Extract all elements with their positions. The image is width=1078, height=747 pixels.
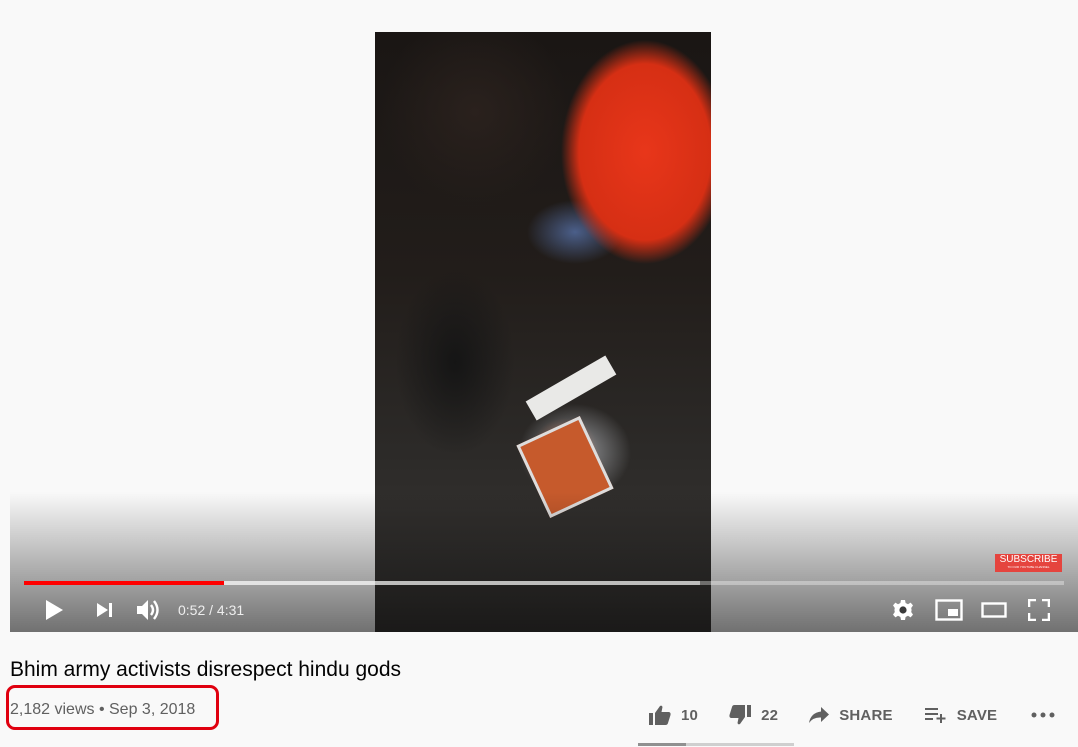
dislike-button[interactable]: 22	[728, 704, 778, 726]
next-icon	[97, 603, 112, 617]
like-dislike-ratio-bar	[638, 743, 794, 746]
video-player[interactable]: SUBSCRIBE TO OUR YOUTUBE CHANNEL 0:52 / …	[10, 32, 1078, 632]
time-separator: /	[205, 602, 217, 618]
control-bar: 0:52 / 4:31	[10, 592, 1078, 628]
watch-page: SUBSCRIBE TO OUR YOUTUBE CHANNEL 0:52 / …	[0, 0, 1078, 747]
miniplayer-button[interactable]	[932, 592, 966, 628]
volume-button[interactable]	[132, 592, 164, 628]
video-object	[525, 355, 617, 421]
theater-icon	[981, 602, 1007, 618]
duration: 4:31	[216, 602, 245, 618]
progress-bar[interactable]	[24, 581, 1064, 585]
dislike-count: 22	[761, 706, 779, 724]
share-button[interactable]: SHARE	[808, 706, 893, 724]
like-ratio-fill	[638, 743, 687, 746]
save-label: SAVE	[956, 706, 998, 724]
more-actions-button[interactable]	[1031, 712, 1055, 718]
next-button[interactable]	[90, 592, 120, 628]
thumbs-down-icon	[729, 705, 752, 725]
settings-button[interactable]	[888, 592, 918, 628]
like-count: 10	[681, 706, 699, 724]
current-time: 0:52	[178, 602, 206, 618]
settings-icon	[893, 600, 913, 620]
theater-mode-button[interactable]	[977, 592, 1011, 628]
like-button[interactable]: 10	[648, 704, 698, 726]
volume-icon	[137, 600, 159, 620]
subscribe-sublabel: TO OUR YOUTUBE CHANNEL	[1007, 565, 1050, 569]
save-button[interactable]: SAVE	[924, 706, 998, 724]
subscribe-watermark[interactable]: SUBSCRIBE TO OUR YOUTUBE CHANNEL	[995, 554, 1062, 572]
thumbs-up-icon	[649, 705, 671, 725]
play-button[interactable]	[38, 592, 70, 628]
share-label: SHARE	[839, 706, 893, 724]
miniplayer-icon	[935, 599, 963, 621]
progress-played	[24, 581, 224, 585]
subscribe-label: SUBSCRIBE	[999, 554, 1058, 565]
play-icon	[46, 600, 63, 620]
fullscreen-button[interactable]	[1022, 592, 1056, 628]
annotation-highlight-box	[6, 685, 219, 730]
video-title: Bhim army activists disrespect hindu god…	[10, 658, 401, 681]
time-display: 0:52 / 4:31	[178, 592, 244, 628]
share-icon	[809, 707, 830, 723]
action-bar: 10 22 SHARE SAVE	[648, 700, 1055, 730]
fullscreen-icon	[1028, 599, 1050, 621]
more-horizontal-icon	[1031, 712, 1055, 718]
add-to-playlist-icon	[924, 708, 946, 723]
